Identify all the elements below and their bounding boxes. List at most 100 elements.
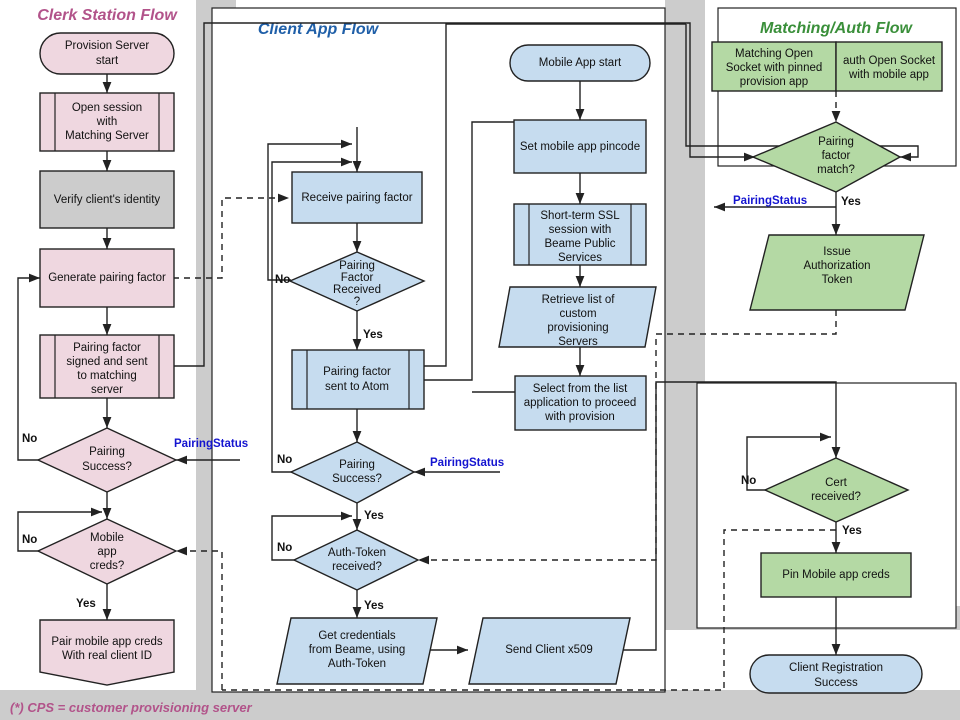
footer-note: (*) CPS = customer provisioning server: [10, 700, 253, 715]
node-label: Servers: [558, 336, 598, 348]
node-retrieve-list-custom-servers[interactable]: Retrieve list of custom provisioning Ser…: [498, 286, 657, 348]
node-client-registration-success[interactable]: Client Registration Success: [749, 654, 923, 694]
node-label: Success: [814, 677, 858, 689]
node-label: with: [96, 116, 117, 128]
node-label: Token: [822, 274, 853, 286]
node-label: with mobile app: [848, 69, 929, 81]
edge-label-client-auth-no: No: [277, 542, 292, 554]
lane-title-clerk: Clerk Station Flow: [37, 7, 178, 24]
node-label: Cert: [825, 477, 848, 489]
node-label: custom: [559, 308, 596, 320]
node-label: Mobile App start: [539, 57, 622, 69]
node-label: Mobile: [90, 532, 124, 544]
node-short-term-ssl-session[interactable]: Short-term SSL session with Beame Public…: [513, 203, 647, 266]
node-label: Verify client's identity: [54, 194, 161, 206]
edge-label-client-factor-no: No: [275, 274, 290, 286]
node-pairing-factor-sent-to-atom[interactable]: Pairing factor sent to Atom: [291, 349, 425, 410]
node-label: Set mobile app pincode: [520, 141, 640, 153]
node-issue-authorization-token[interactable]: Issue Authorization Token: [749, 234, 925, 311]
edge-label-client-auth-yes: Yes: [364, 600, 384, 612]
node-label: application to proceed: [524, 397, 637, 409]
node-label: provision app: [740, 76, 808, 88]
node-label: received?: [332, 561, 382, 573]
node-get-credentials-from-beame[interactable]: Get credentials from Beame, using Auth-T…: [276, 617, 438, 685]
node-label: Short-term SSL: [540, 210, 620, 222]
node-auth-open-socket[interactable]: auth Open Socket with mobile app: [835, 41, 943, 92]
node-label: Retrieve list of: [542, 294, 616, 306]
node-label: Provision Server: [65, 40, 150, 52]
edge-label-client-pairing-no: No: [277, 454, 292, 466]
node-receive-pairing-factor[interactable]: Receive pairing factor: [291, 171, 423, 224]
node-label: server: [91, 384, 123, 396]
node-label: provisioning: [547, 322, 608, 334]
node-label: Pin Mobile app creds: [782, 569, 890, 581]
flowchart-canvas: Clerk Station Flow Client App Flow Match…: [0, 0, 960, 720]
node-send-client-x509[interactable]: Send Client x509: [468, 617, 631, 685]
node-label: received?: [811, 491, 861, 503]
node-label: Pair mobile app creds: [51, 636, 162, 648]
node-label: Send Client x509: [505, 644, 593, 656]
node-label: creds?: [90, 560, 125, 572]
node-label: Receive pairing factor: [301, 192, 412, 204]
node-label: Pairing: [339, 260, 375, 272]
status-label-matching-pairingstatus: PairingStatus: [733, 195, 807, 207]
node-pin-mobile-app-creds[interactable]: Pin Mobile app creds: [760, 552, 912, 598]
status-label-client-pairingstatus: PairingStatus: [430, 457, 504, 469]
node-label: Generate pairing factor: [48, 272, 166, 284]
node-label: Success?: [332, 473, 382, 485]
node-provision-server-start[interactable]: Provision Server start: [39, 32, 175, 75]
node-label: Pairing: [818, 136, 854, 148]
node-label: Client Registration: [789, 662, 883, 674]
node-pair-mobile-app-creds[interactable]: Pair mobile app creds With real client I…: [39, 619, 175, 686]
flowchart-svg: Clerk Station Flow Client App Flow Match…: [0, 0, 960, 720]
edge-label-clerk-creds-no: No: [22, 534, 37, 546]
node-label: with provision: [544, 411, 615, 423]
status-label-clerk-pairingstatus: PairingStatus: [174, 438, 248, 450]
node-label: Pairing factor: [323, 366, 391, 378]
node-label: Authorization: [803, 260, 870, 272]
node-label: Matching Server: [65, 130, 149, 142]
node-open-session-matching-server[interactable]: Open session with Matching Server: [39, 92, 175, 152]
node-label: Auth-Token: [328, 547, 386, 559]
node-label: Socket with pinned: [726, 62, 823, 74]
node-select-from-list-application[interactable]: Select from the list application to proc…: [514, 375, 647, 431]
node-label: sent to Atom: [325, 381, 389, 393]
node-mobile-app-start[interactable]: Mobile App start: [509, 44, 651, 82]
node-label: match?: [817, 164, 855, 176]
node-label: Pairing: [89, 446, 125, 458]
edge-label-client-factor-yes: Yes: [363, 329, 383, 341]
node-label: to matching: [77, 370, 136, 382]
edge-label-matching-cert-no: No: [741, 475, 756, 487]
node-verify-client-identity[interactable]: Verify client's identity: [39, 170, 175, 229]
node-label: signed and sent: [66, 356, 148, 368]
node-label: Factor: [341, 272, 374, 284]
node-matching-open-socket[interactable]: Matching Open Socket with pinned provisi…: [711, 41, 837, 92]
node-label: With real client ID: [62, 650, 152, 662]
node-label: session with: [549, 224, 612, 236]
node-set-mobile-app-pincode[interactable]: Set mobile app pincode: [513, 119, 647, 174]
node-label: Success?: [82, 461, 132, 473]
node-pairing-factor-signed-sent[interactable]: Pairing factor signed and sent to matchi…: [39, 334, 175, 399]
node-label: Services: [558, 252, 602, 264]
edge-label-matching-match-yes: Yes: [841, 196, 861, 208]
node-label: app: [97, 546, 116, 558]
node-label: ?: [354, 296, 360, 308]
edge-label-matching-cert-yes: Yes: [842, 525, 862, 537]
lane-title-matching: Matching/Auth Flow: [760, 20, 914, 37]
node-label: start: [96, 55, 119, 67]
edge-label-client-pairing-yes: Yes: [364, 510, 384, 522]
client-lane-border: [211, 7, 666, 693]
node-label: from Beame, using: [309, 644, 406, 656]
node-label: Open session: [72, 102, 142, 114]
node-label: auth Open Socket: [843, 55, 936, 67]
node-label: Pairing: [339, 459, 375, 471]
node-label: Pairing factor: [73, 342, 141, 354]
node-label: factor: [822, 150, 851, 162]
edge-label-clerk-creds-yes: Yes: [76, 598, 96, 610]
node-label: Received: [333, 284, 381, 296]
node-label: Auth-Token: [328, 658, 386, 670]
edge-label-clerk-pairing-no: No: [22, 433, 37, 445]
node-label: Beame Public: [545, 238, 616, 250]
node-generate-pairing-factor[interactable]: Generate pairing factor: [39, 248, 175, 308]
node-label: Get credentials: [318, 630, 396, 642]
